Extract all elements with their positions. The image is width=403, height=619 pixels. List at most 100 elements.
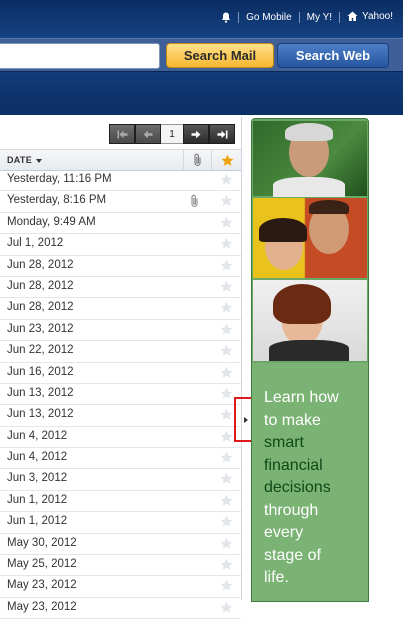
bell-icon[interactable] bbox=[221, 12, 231, 23]
message-date: Jun 1, 2012 bbox=[7, 493, 68, 506]
message-date: Monday, 9:49 AM bbox=[7, 215, 96, 228]
message-date: Jun 23, 2012 bbox=[7, 322, 74, 335]
message-date: May 30, 2012 bbox=[7, 536, 77, 549]
star-icon[interactable] bbox=[220, 259, 233, 277]
ad-line-highlight: smart bbox=[264, 434, 304, 451]
star-icon[interactable] bbox=[220, 387, 233, 405]
search-web-button[interactable]: Search Web bbox=[277, 43, 389, 68]
message-row[interactable]: Yesterday, 8:16 PM bbox=[0, 191, 241, 213]
message-row[interactable]: Jul 1, 2012 bbox=[0, 234, 241, 256]
message-date: Yesterday, 8:16 PM bbox=[7, 194, 107, 207]
star-icon[interactable] bbox=[220, 216, 233, 234]
pagination: 1 bbox=[109, 124, 235, 144]
star-icon[interactable] bbox=[220, 494, 233, 512]
my-yahoo-link[interactable]: My Y! bbox=[307, 12, 332, 23]
message-date: Jun 16, 2012 bbox=[7, 365, 74, 378]
page-number: 1 bbox=[161, 124, 183, 144]
ad-line: Learn how bbox=[264, 389, 339, 406]
star-icon[interactable] bbox=[220, 280, 233, 298]
column-header: DATE bbox=[0, 149, 241, 171]
message-date: Jul 1, 2012 bbox=[7, 237, 64, 250]
ad-line: through bbox=[264, 501, 319, 519]
ad-photo-woman-on-phone bbox=[253, 280, 367, 361]
separator bbox=[339, 11, 341, 23]
star-icon[interactable] bbox=[220, 344, 233, 362]
previous-page-button[interactable] bbox=[135, 124, 161, 144]
date-column-label: DATE bbox=[7, 155, 33, 165]
message-row[interactable]: Jun 4, 2012 bbox=[0, 427, 241, 449]
ad-line-highlight: decisions bbox=[264, 479, 331, 496]
starred-column-header[interactable] bbox=[211, 150, 242, 170]
message-row[interactable]: Jun 3, 2012 bbox=[0, 469, 241, 491]
message-row[interactable]: Jun 28, 2012 bbox=[0, 277, 241, 299]
last-page-button[interactable] bbox=[209, 124, 235, 144]
message-date: Yesterday, 11:16 PM bbox=[7, 173, 112, 185]
message-row[interactable]: Jun 22, 2012 bbox=[0, 341, 241, 363]
star-icon[interactable] bbox=[220, 366, 233, 384]
search-mail-button[interactable]: Search Mail bbox=[166, 43, 274, 68]
message-row[interactable]: Yesterday, 11:16 PM bbox=[0, 170, 241, 192]
star-icon[interactable] bbox=[220, 323, 233, 341]
star-icon[interactable] bbox=[220, 173, 233, 191]
separator bbox=[238, 11, 240, 23]
message-date: Jun 28, 2012 bbox=[7, 301, 74, 314]
message-row[interactable]: Jun 28, 2012 bbox=[0, 256, 241, 277]
message-row[interactable]: Jun 16, 2012 bbox=[0, 363, 241, 384]
star-icon[interactable] bbox=[220, 301, 233, 319]
yahoo-link-label: Yahoo! bbox=[362, 11, 393, 23]
message-row[interactable]: May 30, 2012 bbox=[0, 534, 241, 556]
message-date: Jun 4, 2012 bbox=[7, 429, 68, 442]
sort-down-icon bbox=[36, 158, 43, 163]
star-icon[interactable] bbox=[220, 237, 233, 255]
message-row[interactable]: Jun 13, 2012 bbox=[0, 384, 241, 406]
arrow-right-icon bbox=[191, 130, 201, 138]
shirt-shape bbox=[273, 177, 345, 197]
go-mobile-link[interactable]: Go Mobile bbox=[246, 12, 292, 23]
star-icon[interactable] bbox=[220, 472, 233, 490]
ad-line: stage of bbox=[264, 546, 321, 564]
message-date: Jun 4, 2012 bbox=[7, 451, 68, 464]
yahoo-home-link[interactable]: Yahoo! bbox=[347, 11, 393, 23]
message-row[interactable]: May 23, 2012 bbox=[0, 576, 241, 598]
star-icon[interactable] bbox=[220, 451, 233, 469]
jacket-shape bbox=[269, 340, 349, 361]
star-icon[interactable] bbox=[220, 515, 233, 533]
message-list: 1 DATE Yesterday, 11:16 PM Yesterday, 8:1… bbox=[0, 117, 242, 619]
hair-shape bbox=[259, 218, 307, 242]
ad-line-highlight: financial bbox=[264, 456, 323, 474]
star-icon[interactable] bbox=[220, 558, 233, 576]
message-row[interactable]: Jun 23, 2012 bbox=[0, 320, 241, 342]
message-row[interactable]: Jun 1, 2012 bbox=[0, 512, 241, 534]
ad-line: life. bbox=[264, 569, 289, 586]
message-row[interactable]: Jun 1, 2012 bbox=[0, 491, 241, 513]
top-links: Go Mobile My Y! Yahoo! bbox=[221, 8, 393, 26]
message-row[interactable]: Monday, 9:49 AM bbox=[0, 213, 241, 235]
hair-shape bbox=[285, 123, 333, 141]
ad-line: to make bbox=[264, 411, 321, 429]
star-icon[interactable] bbox=[220, 194, 233, 212]
message-date: Jun 1, 2012 bbox=[7, 515, 68, 528]
message-row[interactable]: Jun 13, 2012 bbox=[0, 405, 241, 427]
message-row[interactable]: May 25, 2012 bbox=[0, 555, 241, 577]
paperclip-icon bbox=[190, 194, 200, 213]
star-icon[interactable] bbox=[220, 579, 233, 597]
star-icon[interactable] bbox=[220, 408, 233, 426]
first-page-button[interactable] bbox=[109, 124, 135, 144]
message-row[interactable]: May 23, 2012 bbox=[0, 598, 241, 619]
star-icon[interactable] bbox=[220, 601, 233, 619]
search-input[interactable] bbox=[0, 43, 160, 69]
next-page-button[interactable] bbox=[183, 124, 209, 144]
advertisement-panel[interactable]: Learn how to make smart financial decisi… bbox=[251, 118, 369, 602]
ad-photo-young-couple bbox=[253, 198, 367, 278]
star-icon[interactable] bbox=[220, 537, 233, 555]
message-row[interactable]: Jun 4, 2012 bbox=[0, 448, 241, 470]
ad-photo-senior-man bbox=[253, 121, 367, 197]
attachment-column-header[interactable] bbox=[183, 150, 212, 170]
message-date: Jun 22, 2012 bbox=[7, 344, 74, 357]
message-date: Jun 13, 2012 bbox=[7, 408, 74, 421]
message-date: May 23, 2012 bbox=[7, 579, 77, 592]
message-date: May 23, 2012 bbox=[7, 600, 77, 613]
message-row[interactable]: Jun 28, 2012 bbox=[0, 298, 241, 320]
star-icon[interactable] bbox=[220, 430, 233, 448]
date-column-header[interactable]: DATE bbox=[7, 155, 43, 165]
